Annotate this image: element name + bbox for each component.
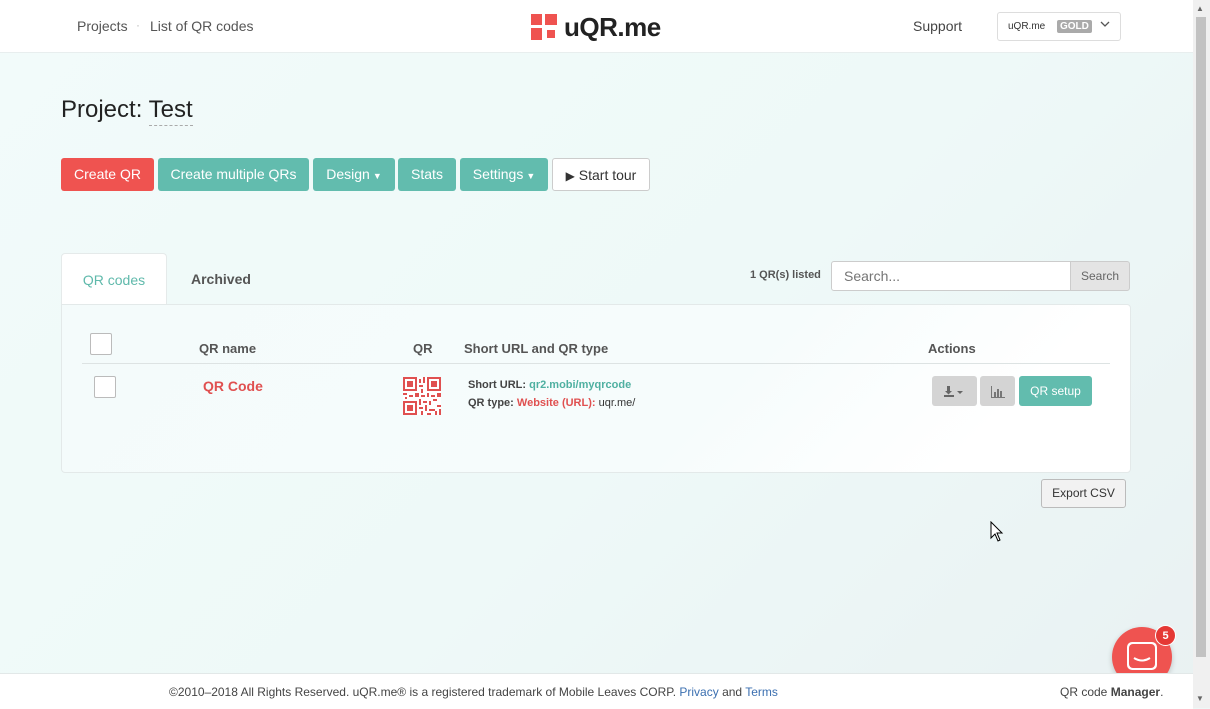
select-all-checkbox[interactable] — [90, 333, 112, 355]
copyright-text: ©2010–2018 All Rights Reserved. uQR.me® … — [169, 685, 677, 699]
uqr-logo-icon — [531, 14, 557, 40]
play-icon: ▶ — [565, 169, 575, 183]
scroll-up-arrow-icon[interactable]: ▲ — [1196, 4, 1204, 13]
project-label: Project: — [61, 96, 143, 123]
site-logo[interactable]: uQR.me — [531, 11, 661, 42]
table-divider — [82, 363, 1110, 364]
bar-chart-icon — [990, 385, 1005, 398]
privacy-link[interactable]: Privacy — [679, 685, 718, 699]
download-dropdown-button[interactable] — [932, 376, 977, 406]
qr-type-target: uqr.me/ — [598, 397, 636, 409]
design-dropdown-button[interactable]: Design ▼ — [313, 158, 395, 191]
account-name: uQR.me — [1008, 21, 1046, 32]
short-url-link[interactable]: qr2.mobi/myqrcode — [529, 379, 631, 391]
start-tour-button[interactable]: ▶ Start tour — [552, 158, 650, 191]
top-navbar: Projects · List of QR codes uQR.me Suppo… — [0, 0, 1193, 53]
design-label: Design — [326, 166, 370, 182]
chevron-down-icon — [1100, 19, 1110, 32]
qr-type-value: Website (URL): — [516, 397, 596, 409]
page-title: Project: Test — [61, 96, 193, 126]
account-dropdown[interactable]: uQR.me GOLD — [997, 12, 1121, 41]
breadcrumb-list-of-qr-codes[interactable]: List of QR codes — [150, 18, 254, 34]
tab-archived[interactable]: Archived — [191, 271, 251, 287]
short-url-label: Short URL: — [468, 379, 527, 391]
brand-bold: Manager — [1110, 685, 1161, 699]
qr-name-link[interactable]: QR Code — [203, 378, 263, 394]
brand-suffix: . — [1160, 685, 1164, 699]
settings-label: Settings — [472, 166, 524, 182]
footer-brand: QR code Manager. — [1060, 685, 1163, 699]
stats-row-button[interactable] — [980, 376, 1015, 406]
column-header-actions: Actions — [928, 341, 976, 356]
create-multiple-qrs-button[interactable]: Create multiple QRs — [158, 158, 309, 191]
project-name[interactable]: Test — [148, 96, 193, 126]
search-input[interactable] — [831, 261, 1071, 291]
search-button[interactable]: Search — [1070, 261, 1130, 291]
support-link[interactable]: Support — [913, 18, 962, 34]
create-multiple-label: Create multiple QRs — [170, 166, 297, 182]
scrollbar-thumb[interactable] — [1196, 17, 1206, 657]
qr-setup-button[interactable]: QR setup — [1019, 376, 1092, 406]
brand-prefix: QR code — [1060, 685, 1108, 699]
create-qr-button[interactable]: Create QR — [61, 158, 154, 191]
caret-down-icon: ▼ — [372, 171, 382, 181]
export-csv-button[interactable]: Export CSV — [1041, 479, 1126, 508]
caret-down-icon: ▼ — [526, 171, 536, 181]
settings-dropdown-button[interactable]: Settings ▼ — [460, 158, 548, 191]
logo-text: uQR.me — [564, 11, 661, 42]
row-checkbox[interactable] — [94, 376, 116, 398]
short-url-line: Short URL: qr2.mobi/myqrcode — [468, 379, 631, 391]
qr-code-thumbnail-icon[interactable] — [403, 377, 441, 415]
stats-label: Stats — [411, 166, 443, 182]
column-header-qr: QR — [413, 341, 433, 356]
column-header-qr-name: QR name — [199, 341, 257, 356]
breadcrumb-projects[interactable]: Projects — [77, 18, 128, 34]
mouse-cursor-icon — [990, 521, 1004, 542]
download-icon — [943, 385, 963, 397]
start-tour-label: Start tour — [578, 167, 637, 183]
and-text: and — [722, 685, 743, 699]
scroll-down-arrow-icon[interactable]: ▼ — [1196, 694, 1204, 703]
create-qr-label: Create QR — [74, 166, 141, 182]
column-header-short-url: Short URL and QR type — [464, 341, 609, 356]
qr-type-label: QR type: — [468, 397, 514, 409]
plan-badge: GOLD — [1057, 20, 1092, 33]
terms-link[interactable]: Terms — [745, 685, 778, 699]
stats-button[interactable]: Stats — [398, 158, 456, 191]
footer-copyright: ©2010–2018 All Rights Reserved. uQR.me® … — [169, 685, 778, 699]
breadcrumb-separator: · — [136, 18, 140, 32]
qr-count-text: 1 QR(s) listed — [750, 269, 821, 281]
qr-type-line: QR type: Website (URL): uqr.me/ — [468, 397, 635, 409]
tab-qr-codes[interactable]: QR codes — [61, 253, 167, 305]
page-footer: ©2010–2018 All Rights Reserved. uQR.me® … — [0, 673, 1193, 709]
chat-unread-badge: 5 — [1155, 625, 1176, 646]
